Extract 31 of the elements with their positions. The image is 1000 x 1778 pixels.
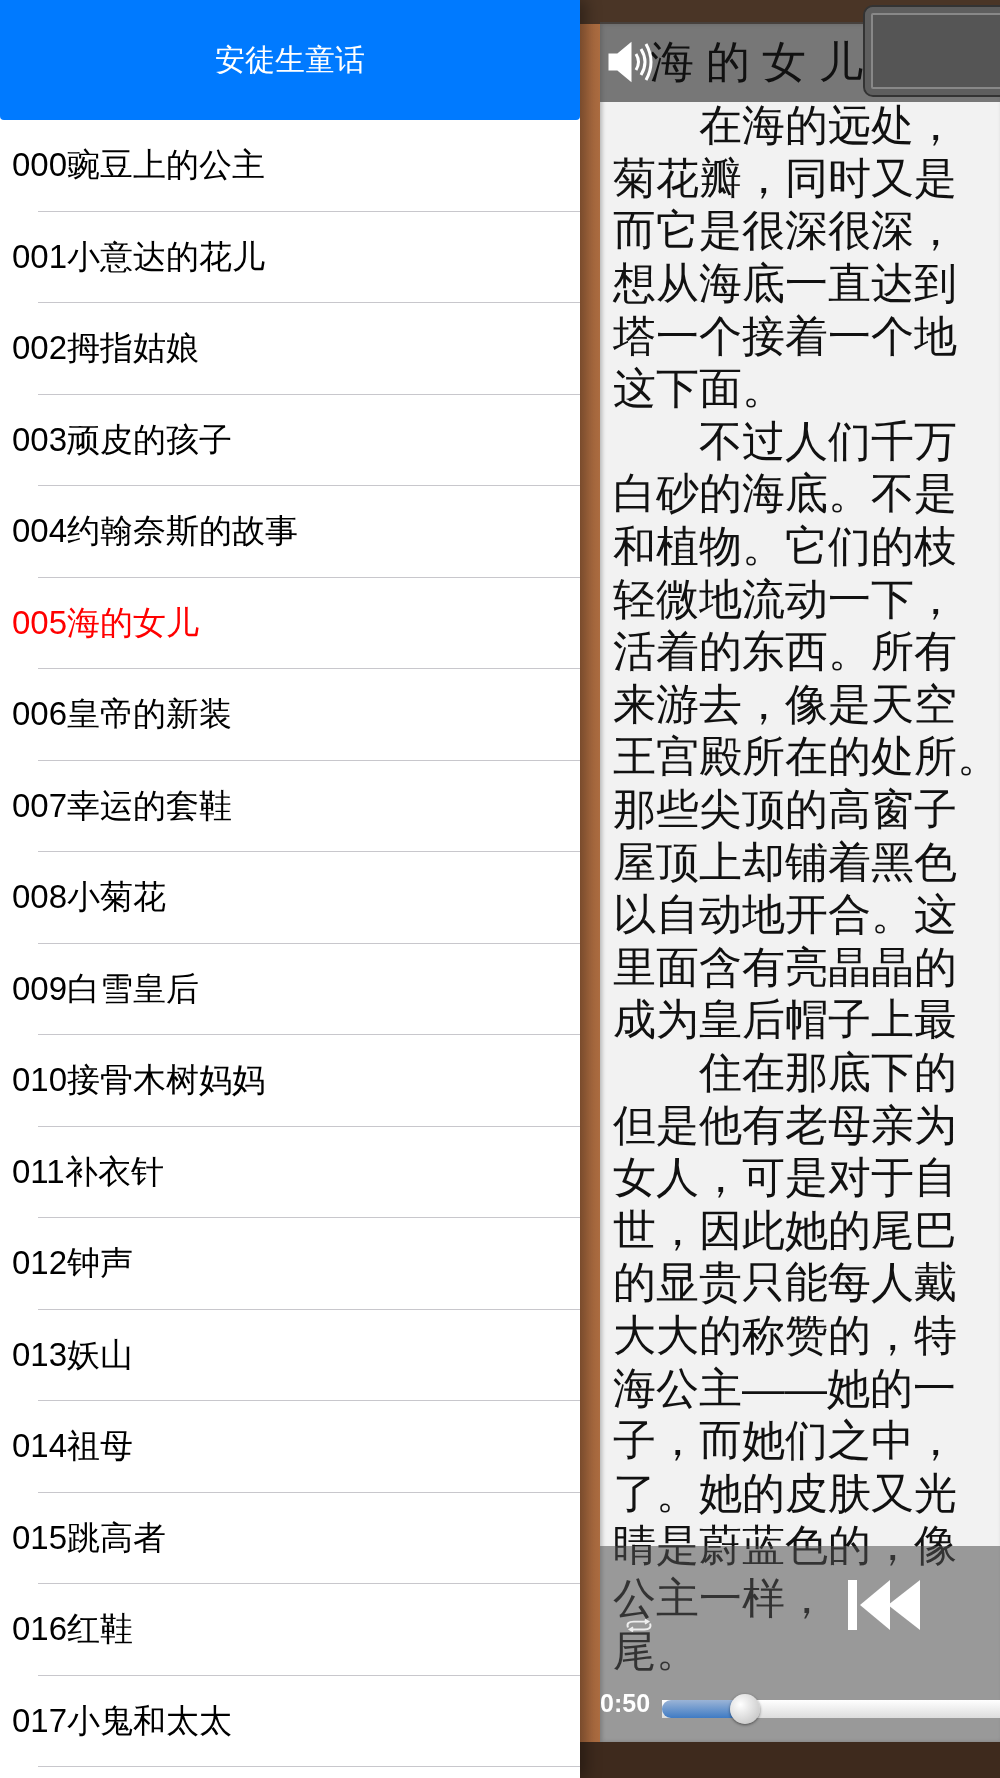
text-line: 来游去，像是天空 — [613, 685, 957, 724]
repeat-icon[interactable] — [624, 1619, 654, 1632]
text-line: 大大的称赞的，特 — [613, 1316, 957, 1355]
story-list-item[interactable]: 006皇帝的新装 — [0, 669, 580, 761]
chapter-title: 海 的 女 儿 — [650, 35, 863, 88]
story-list-item[interactable]: 007幸运的套鞋 — [0, 760, 580, 852]
elapsed-time: 0:50 — [600, 1689, 651, 1718]
text-line: 但是他有老母亲为 — [613, 1106, 957, 1145]
story-list-item[interactable]: 014祖母 — [0, 1401, 580, 1493]
text-line: 海公主——她的一 — [613, 1369, 956, 1408]
text-line: 尾。 — [613, 1632, 699, 1671]
text-line: 了。她的皮肤又光 — [613, 1474, 957, 1513]
text-line: 公主一样， — [613, 1579, 828, 1618]
story-list-item[interactable]: 008小菊花 — [0, 852, 580, 944]
story-list-item[interactable]: 013妖山 — [0, 1309, 580, 1401]
story-list-item[interactable]: 005海的女儿 — [0, 577, 580, 669]
story-list-item[interactable]: 010接骨木树妈妈 — [0, 1035, 580, 1127]
navigation-title: 安徒生童话 — [215, 41, 365, 78]
story-list-item[interactable]: 004约翰奈斯的故事 — [0, 486, 580, 578]
story-list-item[interactable]: 001小意达的花儿 — [0, 211, 580, 303]
story-list-item[interactable]: 009白雪皇后 — [0, 943, 580, 1035]
story-list-item[interactable]: 011补衣针 — [0, 1126, 580, 1218]
story-list-item[interactable]: 015跳高者 — [0, 1492, 580, 1584]
story-list-item[interactable]: 017小鬼和太太 — [0, 1675, 580, 1767]
story-list-item[interactable]: 002拇指姑娘 — [0, 303, 580, 395]
text-line: 世，因此她的尾巴 — [613, 1211, 957, 1250]
story-list-item[interactable]: 016红鞋 — [0, 1584, 580, 1676]
story-list-item[interactable]: 000豌豆上的公主 — [0, 120, 580, 212]
story-list-item[interactable]: 003顽皮的孩子 — [0, 394, 580, 486]
text-line: 不过人们千万 — [699, 422, 957, 461]
story-list-item[interactable]: 012钟声 — [0, 1218, 580, 1310]
